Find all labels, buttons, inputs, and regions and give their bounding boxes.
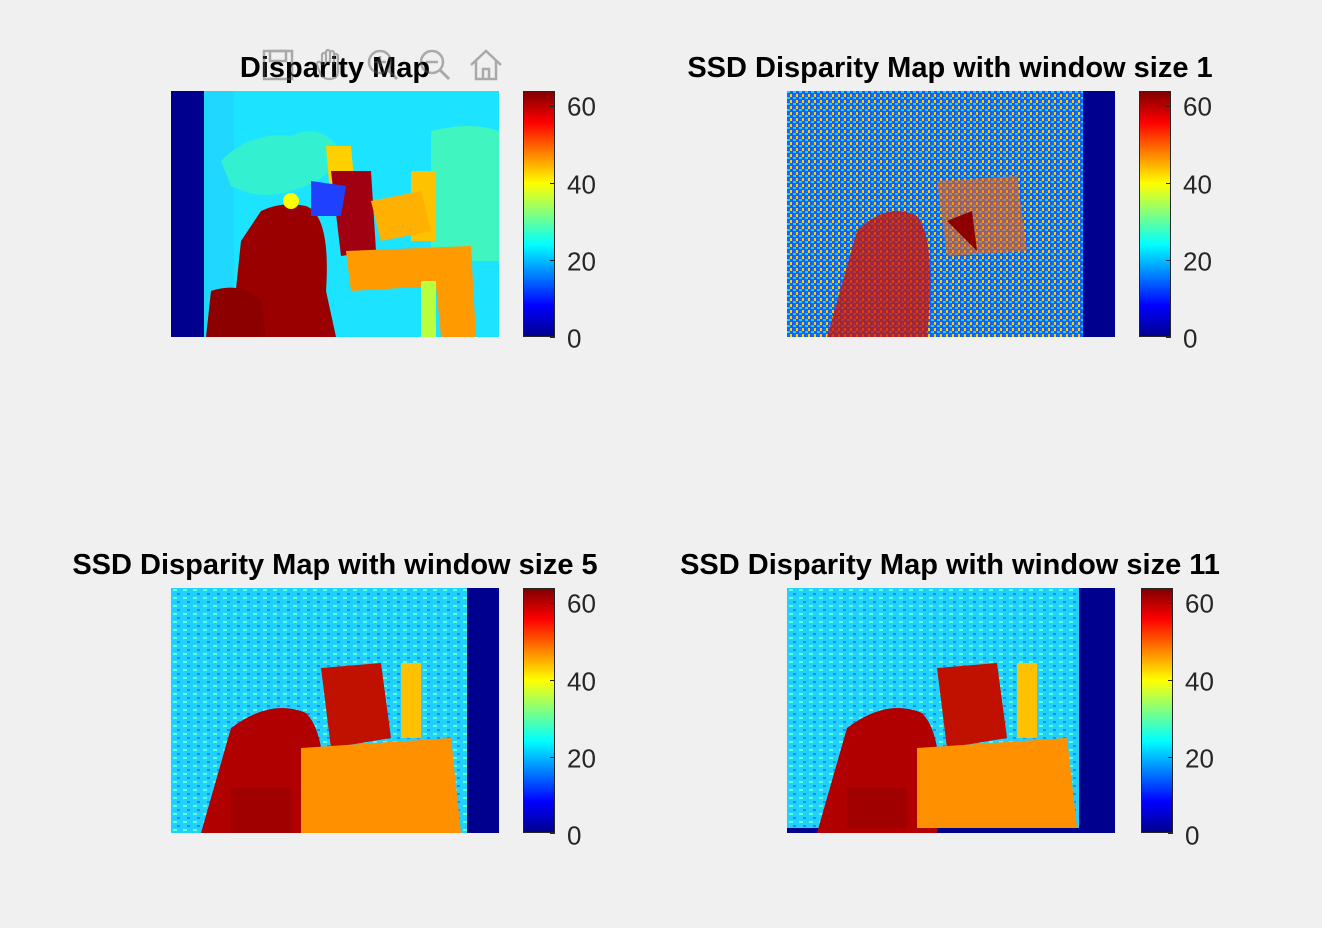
zoom-in-icon[interactable]	[359, 42, 405, 88]
colorbar-tick: 0	[567, 323, 582, 354]
colorbar-tick: 60	[1185, 588, 1214, 619]
home-icon[interactable]	[463, 42, 509, 88]
colorbar-tick: 20	[567, 246, 596, 277]
colorbar-tick: 40	[1183, 169, 1212, 200]
disparity-image	[787, 91, 1115, 337]
colorbar-tick: 60	[567, 91, 596, 122]
colorbar-tick: 20	[1183, 246, 1212, 277]
panel-title: SSD Disparity Map with window size 5	[72, 549, 598, 581]
colorbar-tick: 60	[1183, 91, 1212, 122]
colorbar-tick: 40	[1185, 666, 1214, 697]
colorbar	[1139, 91, 1171, 337]
hand-icon[interactable]	[307, 42, 353, 88]
panel-title: SSD Disparity Map with window size 1	[687, 52, 1213, 84]
colorbar-tick: 20	[1185, 743, 1214, 774]
colorbar	[1141, 588, 1173, 833]
colorbar-tick: 0	[1183, 323, 1198, 354]
colorbar-tick: 60	[567, 588, 596, 619]
figure-toolbar	[255, 42, 509, 88]
colorbar	[523, 91, 555, 337]
colorbar-tick: 20	[567, 743, 596, 774]
disparity-image	[171, 588, 499, 833]
colorbar-tick: 40	[567, 169, 596, 200]
zoom-out-icon[interactable]	[411, 42, 457, 88]
colorbar-tick: 40	[567, 666, 596, 697]
disparity-image	[787, 588, 1115, 833]
save-icon[interactable]	[255, 42, 301, 88]
panel-title: SSD Disparity Map with window size 11	[680, 549, 1220, 581]
colorbar	[523, 588, 555, 833]
colorbar-tick: 0	[567, 820, 582, 851]
disparity-image	[171, 91, 499, 337]
colorbar-tick: 0	[1185, 820, 1200, 851]
